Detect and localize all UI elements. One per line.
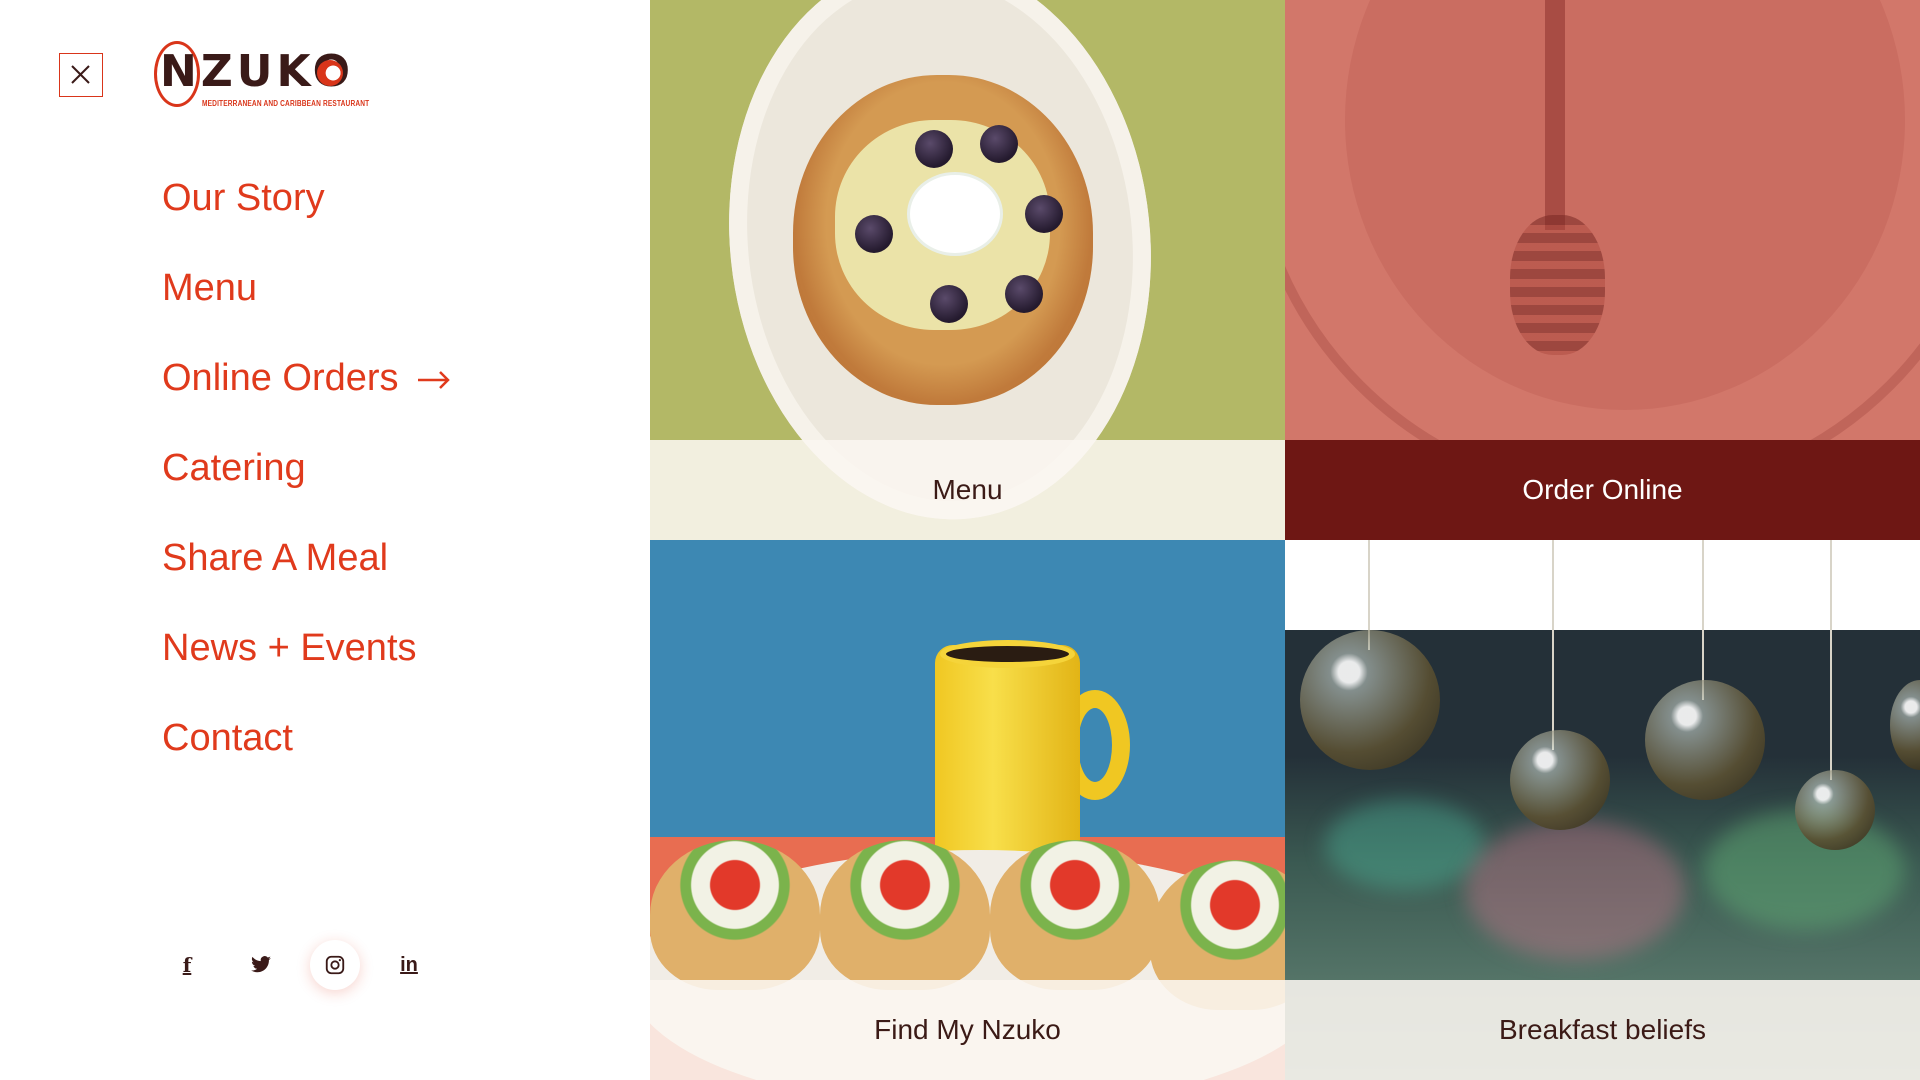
- nav-item-label: Share A Meal: [162, 537, 389, 579]
- facebook-link[interactable]: f: [162, 940, 212, 990]
- close-icon: [71, 65, 90, 84]
- nav-item-label: Our Story: [162, 177, 325, 219]
- nav-item-label: Catering: [162, 447, 306, 489]
- logo-tagline: MEDITERRANEAN AND CARIBBEAN RESTAURANT: [202, 99, 370, 108]
- facebook-icon: f: [182, 953, 192, 977]
- nav-item-label: Online Orders: [162, 357, 399, 399]
- linkedin-icon: in: [400, 953, 418, 976]
- nav-item-menu[interactable]: Menu: [162, 260, 257, 316]
- menu-tile-label: Menu: [650, 440, 1285, 540]
- breakfast-beliefs-tile-label: Breakfast beliefs: [1285, 980, 1920, 1080]
- arrow-right-icon: [417, 350, 451, 406]
- linkedin-link[interactable]: in: [384, 940, 434, 990]
- instagram-link[interactable]: [310, 940, 360, 990]
- social-links: f in: [162, 940, 434, 990]
- nav-item-contact[interactable]: Contact: [162, 710, 293, 766]
- find-my-nzuko-tile-label: Find My Nzuko: [650, 980, 1285, 1080]
- nav-item-news-events[interactable]: News + Events: [162, 620, 417, 676]
- nav-item-share-a-meal[interactable]: Share A Meal: [162, 530, 388, 586]
- nav-item-label: News + Events: [162, 627, 417, 669]
- breakfast-beliefs-tile[interactable]: Breakfast beliefs: [1285, 540, 1920, 1080]
- menu-tile[interactable]: Menu: [650, 0, 1285, 540]
- order-online-tile-label: Order Online: [1285, 440, 1920, 540]
- main-nav: Our Story Menu Online Orders Catering Sh…: [162, 170, 451, 800]
- order-online-tile[interactable]: Order Online: [1285, 0, 1920, 540]
- nav-item-label: Contact: [162, 717, 293, 759]
- twitter-icon: [251, 956, 271, 973]
- sidebar-menu: NZUKO MEDITERRANEAN AND CARIBBEAN RESTAU…: [0, 0, 650, 1080]
- twitter-link[interactable]: [236, 940, 286, 990]
- instagram-icon: [325, 955, 345, 975]
- nav-item-label: Menu: [162, 267, 258, 309]
- close-menu-button[interactable]: [59, 53, 103, 97]
- logo-o-mark-icon: [317, 60, 343, 86]
- find-my-nzuko-tile[interactable]: Find My Nzuko: [650, 540, 1285, 1080]
- nav-item-catering[interactable]: Catering: [162, 440, 306, 496]
- nav-item-online-orders[interactable]: Online Orders: [162, 350, 451, 406]
- nzuko-logo[interactable]: NZUKO MEDITERRANEAN AND CARIBBEAN RESTAU…: [150, 38, 369, 114]
- nav-item-our-story[interactable]: Our Story: [162, 170, 325, 226]
